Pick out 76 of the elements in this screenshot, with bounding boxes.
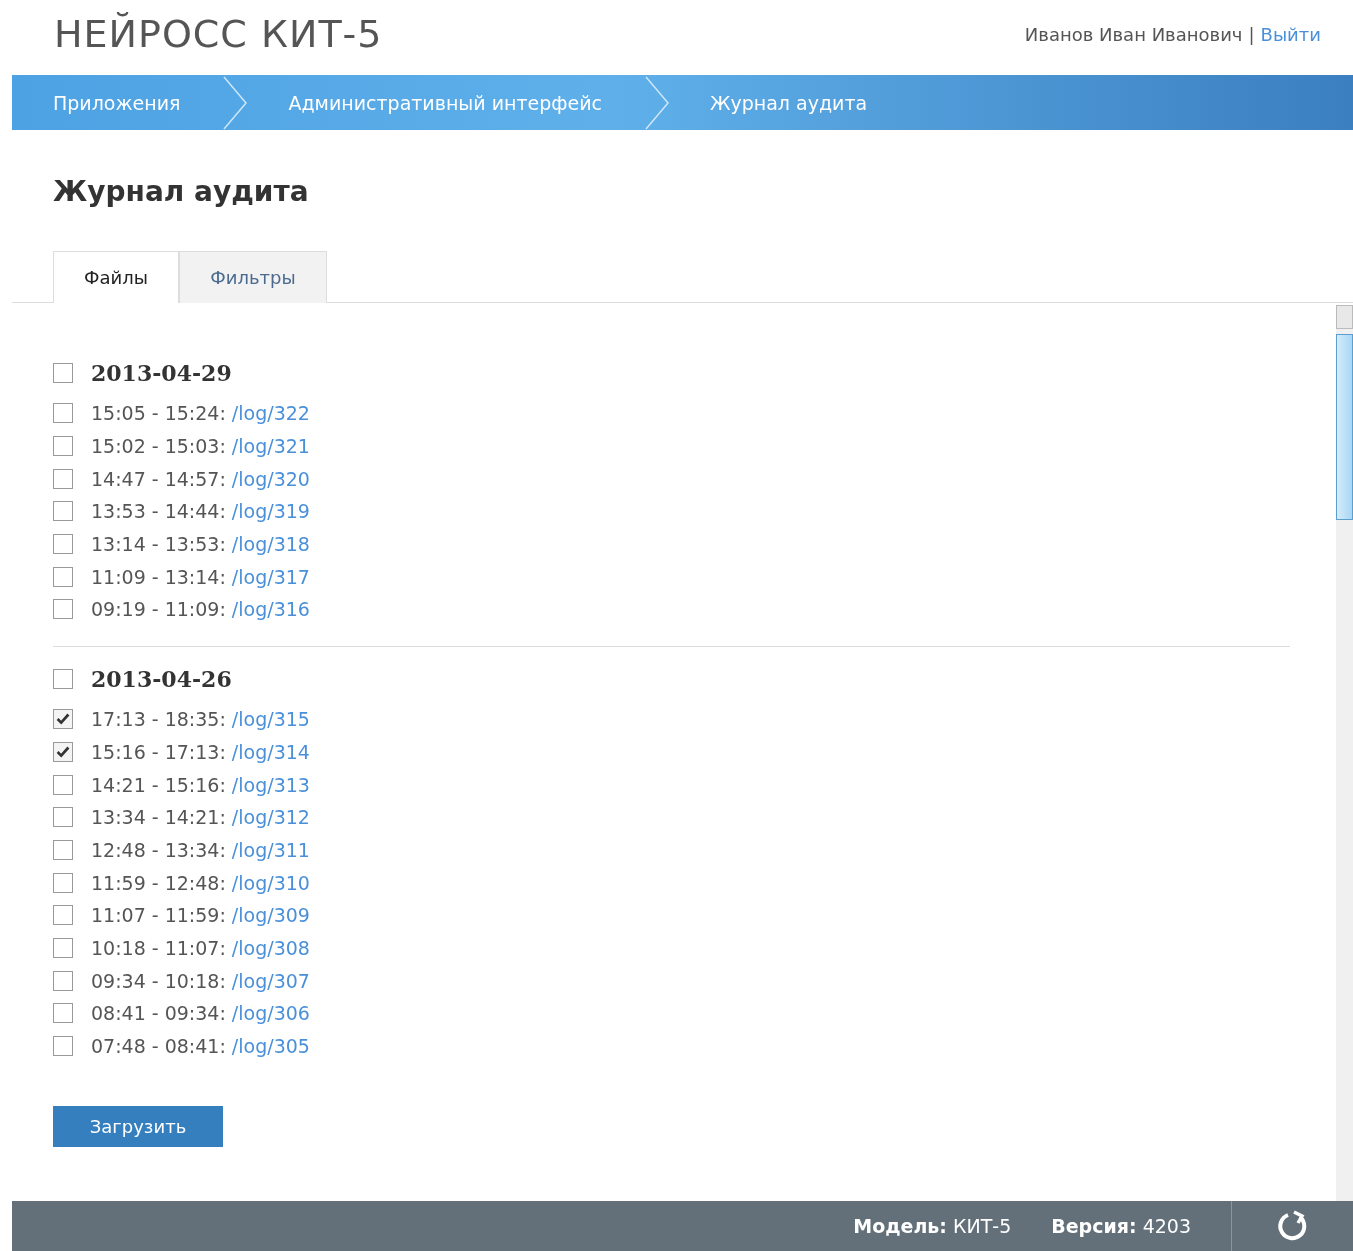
load-button[interactable]: Загрузить <box>53 1106 223 1148</box>
scroll-up-button[interactable] <box>1336 305 1353 329</box>
logout-link[interactable]: Выйти <box>1260 24 1321 45</box>
time-range: 15:05 - 15:24: <box>91 402 226 425</box>
time-range: 09:19 - 11:09: <box>91 598 226 621</box>
scroll-thumb[interactable] <box>1336 334 1353 520</box>
checkbox[interactable] <box>53 668 73 689</box>
time-range: 13:34 - 14:21: <box>91 806 226 829</box>
date-heading: 2013-04-29 <box>91 360 232 386</box>
checkbox[interactable] <box>53 774 73 795</box>
log-link[interactable]: /log/309 <box>231 904 310 927</box>
checkbox[interactable] <box>53 937 73 958</box>
checkbox[interactable] <box>53 1036 73 1057</box>
checkbox[interactable] <box>53 970 73 991</box>
product-logo: НЕЙРОСС КИТ-5 <box>54 11 383 56</box>
time-range: 07:48 - 08:41: <box>91 1035 226 1058</box>
log-link[interactable]: /log/321 <box>231 435 310 458</box>
time-range: 17:13 - 18:35: <box>91 708 226 731</box>
checkbox[interactable] <box>53 468 73 489</box>
checkbox[interactable] <box>53 534 73 555</box>
time-range: 15:16 - 17:13: <box>91 740 226 763</box>
checkbox[interactable] <box>53 905 73 926</box>
separator-text: | <box>1248 24 1255 45</box>
scrollbar[interactable] <box>1336 305 1353 1201</box>
log-link[interactable]: /log/306 <box>231 1002 310 1025</box>
date-heading: 2013-04-26 <box>91 665 232 692</box>
log-link[interactable]: /log/320 <box>231 467 310 490</box>
checkbox[interactable] <box>53 566 73 587</box>
checkbox[interactable] <box>53 1003 73 1024</box>
time-range: 11:07 - 11:59: <box>91 904 226 927</box>
log-link[interactable]: /log/318 <box>231 533 310 556</box>
log-link[interactable]: /log/312 <box>231 806 310 829</box>
time-range: 13:53 - 14:44: <box>91 500 226 523</box>
checkbox[interactable] <box>53 501 73 522</box>
log-link[interactable]: /log/305 <box>231 1035 310 1058</box>
chevron-icon <box>222 74 249 131</box>
checkbox[interactable] <box>53 872 73 893</box>
time-range: 15:02 - 15:03: <box>91 435 226 458</box>
breadcrumb-link[interactable]: Журнал аудита <box>710 91 868 114</box>
model-info: Модель: КИТ-5 <box>853 1215 1012 1237</box>
tab[interactable]: Фильтры <box>179 251 327 303</box>
log-link[interactable]: /log/313 <box>231 773 310 796</box>
time-range: 09:34 - 10:18: <box>91 969 226 992</box>
log-link[interactable]: /log/315 <box>231 708 310 731</box>
log-link[interactable]: /log/317 <box>231 565 310 588</box>
log-link[interactable]: /log/308 <box>231 936 310 959</box>
log-link[interactable]: /log/310 <box>231 871 310 894</box>
time-range: 14:47 - 14:57: <box>91 467 226 490</box>
time-range: 11:09 - 13:14: <box>91 565 226 588</box>
version-info: Версия: 4203 <box>1051 1215 1191 1237</box>
log-link[interactable]: /log/316 <box>231 598 310 621</box>
checkbox[interactable] <box>53 403 73 424</box>
time-range: 08:41 - 09:34: <box>91 1002 226 1025</box>
checkbox[interactable] <box>53 363 73 383</box>
chevron-icon <box>644 74 671 131</box>
checkbox[interactable] <box>53 436 73 457</box>
time-range: 12:48 - 13:34: <box>91 838 226 861</box>
checkbox[interactable] <box>53 599 73 620</box>
log-link[interactable]: /log/314 <box>231 740 310 763</box>
tab[interactable]: Файлы <box>53 251 179 303</box>
time-range: 10:18 - 11:07: <box>91 936 226 959</box>
time-range: 13:14 - 13:53: <box>91 533 226 556</box>
user-name: Иванов Иван Иванович <box>1024 24 1243 45</box>
checkbox[interactable] <box>53 807 73 828</box>
time-range: 11:59 - 12:48: <box>91 871 226 894</box>
log-link[interactable]: /log/322 <box>231 402 310 425</box>
checkbox[interactable] <box>53 839 73 860</box>
log-link[interactable]: /log/311 <box>231 838 310 861</box>
checkbox[interactable] <box>53 709 73 730</box>
log-link[interactable]: /log/319 <box>231 500 310 523</box>
breadcrumb-link[interactable]: Приложения <box>53 91 181 114</box>
log-link[interactable]: /log/307 <box>231 969 310 992</box>
time-range: 14:21 - 15:16: <box>91 773 226 796</box>
breadcrumb-link[interactable]: Административный интерфейс <box>288 91 603 114</box>
page-title: Журнал аудита <box>53 175 310 210</box>
checkbox[interactable] <box>53 741 73 762</box>
